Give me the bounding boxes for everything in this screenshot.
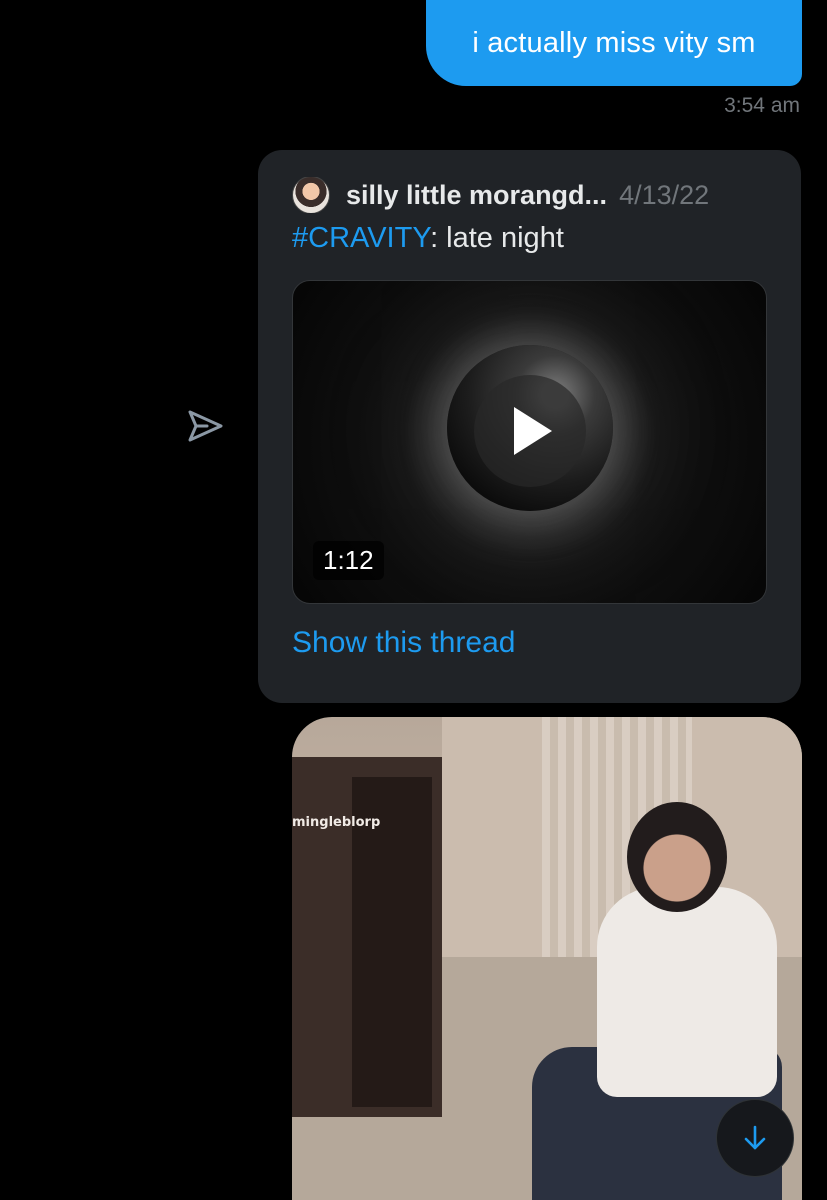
hashtag-link[interactable]: #CRAVITY <box>292 222 430 254</box>
video-player[interactable]: 1:12 <box>292 280 767 604</box>
show-thread-link[interactable]: Show this thread <box>292 626 515 660</box>
gif-watermark: mingleblorp <box>292 815 381 830</box>
message-timestamp: 3:54 am <box>724 94 800 117</box>
author-name[interactable]: silly little morangd... <box>346 180 607 211</box>
sent-message-text: i actually miss vity sm <box>472 26 756 59</box>
tweet-text-rest: : late night <box>430 222 564 254</box>
tweet-text: #CRAVITY: late night <box>292 222 564 255</box>
tweet-header: silly little morangd... 4/13/22 <box>292 177 771 213</box>
gif-person-shirt <box>597 887 777 1097</box>
arrow-down-icon <box>744 1125 766 1150</box>
play-icon <box>514 407 552 455</box>
dm-conversation: i actually miss vity sm 3:54 am silly li… <box>0 0 827 1200</box>
play-button[interactable] <box>474 375 586 487</box>
gif-person-head <box>627 802 727 912</box>
shared-tweet-card[interactable]: silly little morangd... 4/13/22 #CRAVITY… <box>258 150 801 703</box>
share-arrow-icon[interactable] <box>186 407 224 445</box>
tweet-date: 4/13/22 <box>619 179 710 210</box>
video-duration: 1:12 <box>313 541 384 580</box>
author-avatar[interactable] <box>292 177 330 213</box>
sent-message-bubble[interactable]: i actually miss vity sm <box>426 0 802 86</box>
scroll-down-button[interactable] <box>717 1100 793 1176</box>
